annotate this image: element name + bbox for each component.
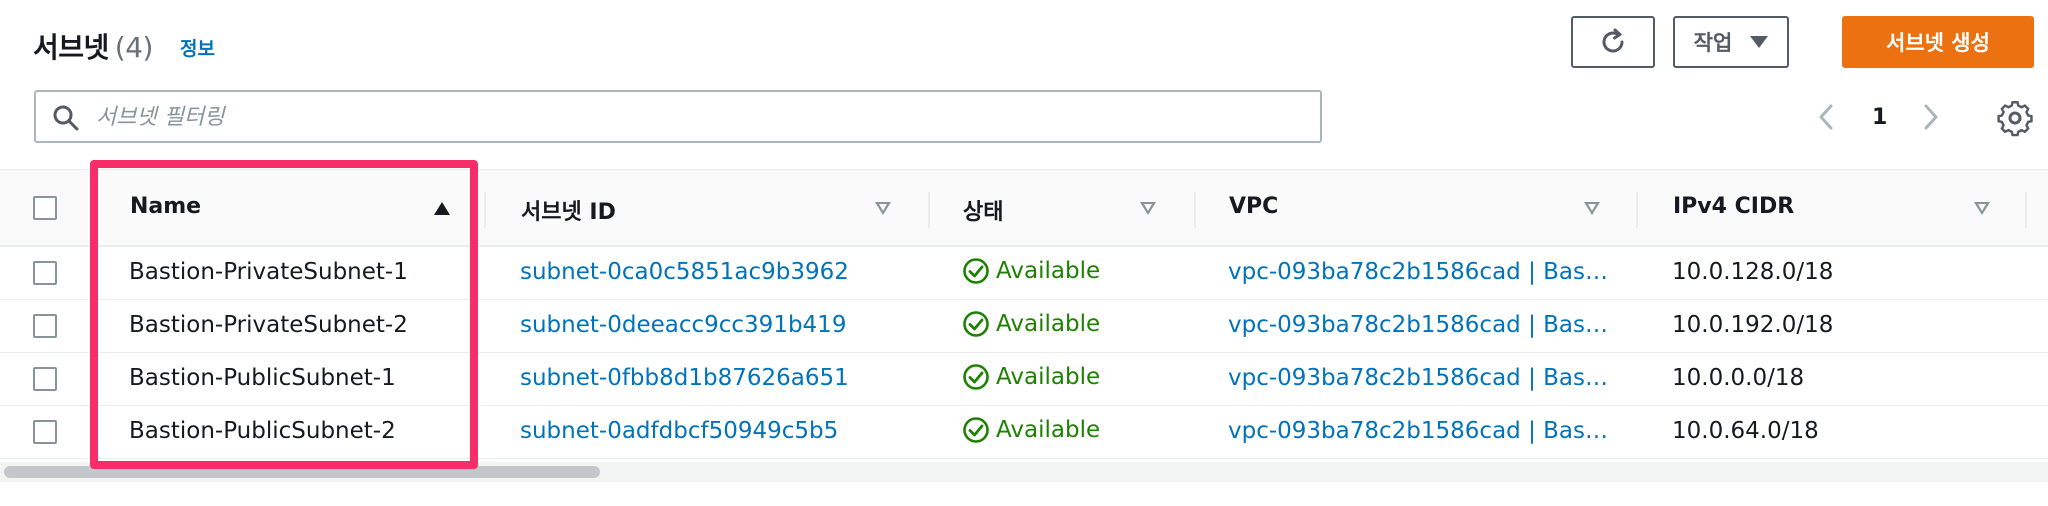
subnet-name: Bastion-PublicSubnet-1 (129, 365, 396, 391)
subnet-id-link[interactable]: subnet-0fbb8d1b87626a651 (520, 365, 849, 391)
sort-icon[interactable] (875, 202, 891, 215)
page-number-1[interactable]: 1 (1872, 95, 1887, 139)
subnet-id-link[interactable]: subnet-0adfdbcf50949c5b5 (520, 418, 838, 444)
status-badge: Available (962, 257, 1100, 285)
subnet-name: Bastion-PrivateSubnet-2 (129, 312, 408, 338)
subnet-id-link[interactable]: subnet-0deeacc9cc391b419 (520, 312, 846, 338)
status-text: Available (996, 417, 1101, 443)
page-header: 서브넷 (4) 정보 작업 서브넷 생성 (0, 0, 2048, 88)
chevron-left-icon (1819, 104, 1833, 130)
create-subnet-label: 서브넷 생성 (1886, 31, 1990, 55)
next-page-button[interactable] (1920, 95, 1942, 139)
page-title-text: 서브넷 (33, 31, 109, 64)
check-circle-icon (963, 311, 989, 337)
check-circle-icon (963, 364, 989, 390)
ipv4-cidr: 10.0.128.0/18 (1672, 259, 1834, 285)
row-checkbox[interactable] (33, 420, 57, 444)
column-divider (484, 192, 486, 228)
chevron-right-icon (1924, 104, 1938, 130)
row-checkbox[interactable] (33, 314, 57, 338)
vpc-link[interactable]: vpc-093ba78c2b1586cad | Bas… (1228, 259, 1608, 285)
status-text: Available (996, 258, 1101, 284)
status-text: Available (996, 311, 1101, 337)
subnet-name: Bastion-PrivateSubnet-1 (129, 259, 408, 285)
column-header-status[interactable]: 상태 (963, 194, 1003, 226)
subnet-id-link[interactable]: subnet-0ca0c5851ac9b3962 (520, 259, 849, 285)
table-header: Name 서브넷 ID 상태 VPC IPv4 CIDR (0, 169, 2048, 247)
row-checkbox[interactable] (33, 367, 57, 391)
sort-ascending-icon[interactable] (434, 202, 450, 215)
column-divider (928, 192, 930, 228)
table-row[interactable]: Bastion-PublicSubnet-2 subnet-0adfdbcf50… (0, 406, 2048, 459)
sort-icon[interactable] (1140, 202, 1156, 215)
column-header-subnet-id[interactable]: 서브넷 ID (521, 194, 616, 226)
status-badge: Available (962, 416, 1100, 444)
column-divider (2025, 192, 2027, 228)
search-icon (53, 105, 79, 131)
create-subnet-button[interactable]: 서브넷 생성 (1842, 16, 2034, 68)
column-divider (1636, 192, 1638, 228)
gear-icon[interactable] (1996, 99, 2034, 137)
column-divider (1194, 192, 1196, 228)
actions-dropdown-button[interactable]: 작업 (1673, 16, 1789, 68)
ipv4-cidr: 10.0.192.0/18 (1672, 312, 1834, 338)
column-header-vpc[interactable]: VPC (1229, 194, 1278, 219)
search-input[interactable] (96, 100, 1296, 134)
subnet-name: Bastion-PublicSubnet-2 (129, 418, 396, 444)
caret-down-icon (1750, 36, 1769, 48)
select-all-checkbox[interactable] (33, 196, 57, 220)
scrollbar-thumb[interactable] (4, 466, 600, 478)
check-circle-icon (963, 417, 989, 443)
row-checkbox[interactable] (33, 261, 57, 285)
refresh-icon (1602, 28, 1624, 53)
check-circle-icon (963, 258, 989, 284)
ipv4-cidr: 10.0.64.0/18 (1672, 418, 1819, 444)
table-row[interactable]: Bastion-PrivateSubnet-2 subnet-0deeacc9c… (0, 300, 2048, 353)
status-badge: Available (962, 310, 1100, 338)
column-header-ipv4-cidr[interactable]: IPv4 CIDR (1673, 194, 1794, 219)
actions-label: 작업 (1693, 31, 1733, 55)
column-header-name[interactable]: Name (130, 194, 201, 219)
sort-icon[interactable] (1584, 202, 1600, 215)
vpc-link[interactable]: vpc-093ba78c2b1586cad | Bas… (1228, 365, 1608, 391)
table-row[interactable]: Bastion-PublicSubnet-1 subnet-0fbb8d1b87… (0, 353, 2048, 406)
refresh-button[interactable] (1571, 16, 1655, 68)
info-link[interactable]: 정보 (180, 34, 215, 61)
sort-icon[interactable] (1974, 202, 1990, 215)
subnet-count: (4) (114, 31, 154, 64)
page-title: 서브넷 (4) (33, 26, 153, 66)
table-row[interactable]: Bastion-PrivateSubnet-1 subnet-0ca0c5851… (0, 247, 2048, 300)
vpc-link[interactable]: vpc-093ba78c2b1586cad | Bas… (1228, 312, 1608, 338)
subnet-table: Name 서브넷 ID 상태 VPC IPv4 CIDR Bastion-Pri… (0, 169, 2048, 491)
status-text: Available (996, 364, 1101, 390)
previous-page-button[interactable] (1815, 95, 1837, 139)
ipv4-cidr: 10.0.0.0/18 (1672, 365, 1805, 391)
vpc-link[interactable]: vpc-093ba78c2b1586cad | Bas… (1228, 418, 1608, 444)
subnet-filter[interactable] (34, 90, 1322, 143)
status-badge: Available (962, 363, 1100, 391)
